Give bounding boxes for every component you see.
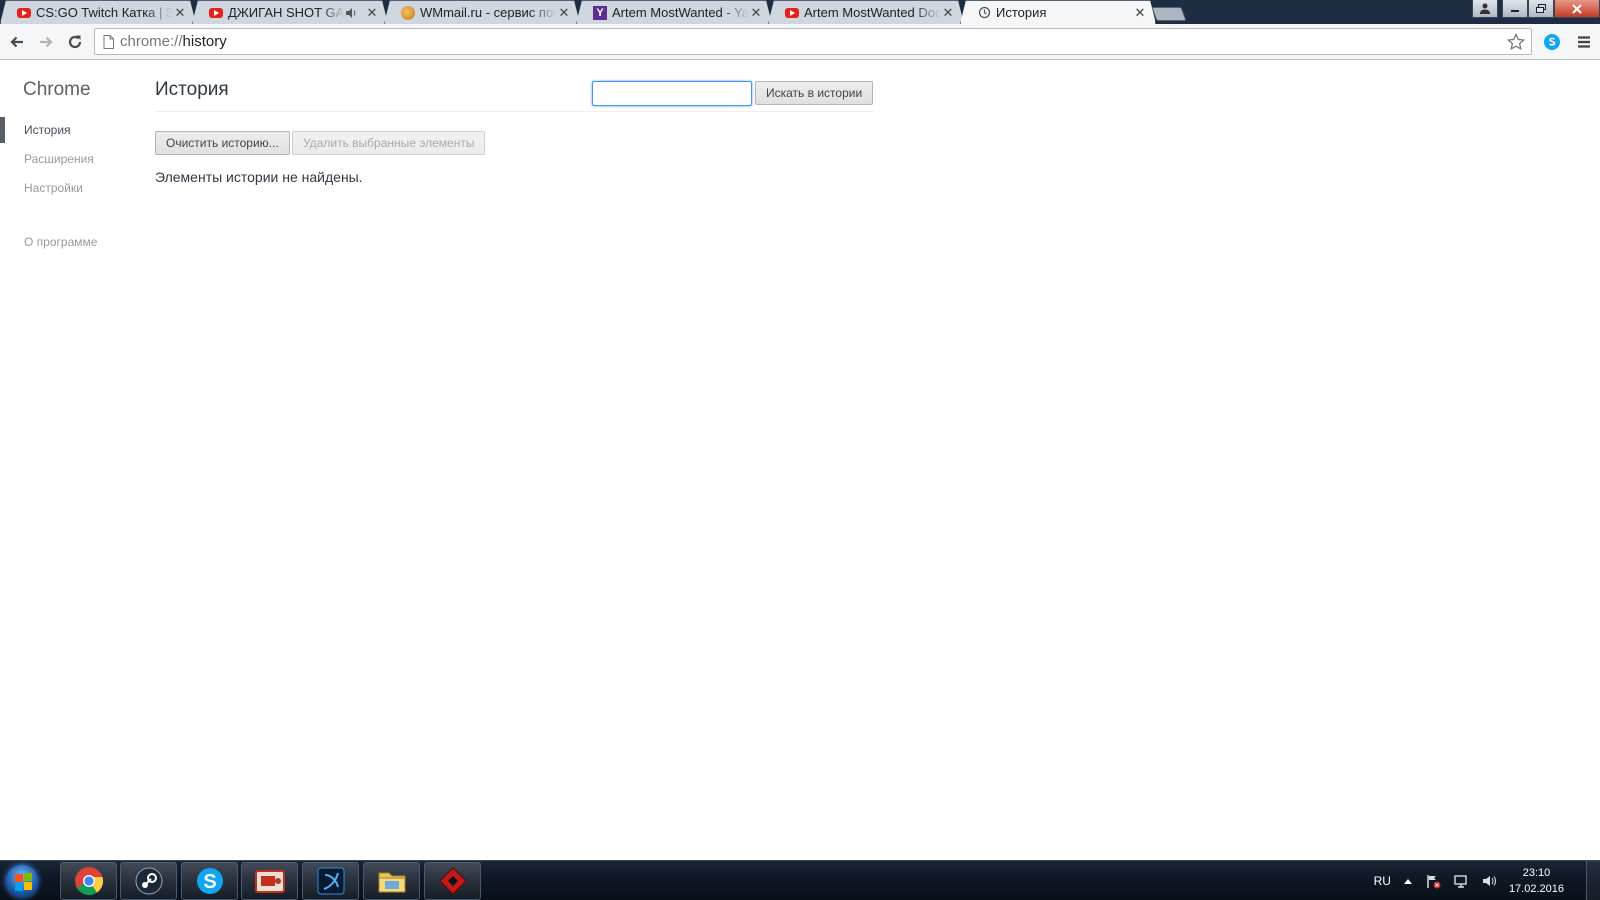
- tab-title: История: [996, 5, 1047, 20]
- remove-selected-button[interactable]: Удалить выбранные элементы: [292, 131, 486, 155]
- history-page: Chrome История Расширения Настройки О пр…: [0, 61, 1600, 860]
- network-icon[interactable]: [1453, 873, 1469, 889]
- steam-icon: [135, 867, 162, 895]
- taskbar-video-app[interactable]: [241, 862, 298, 900]
- browser-window: CS:GO Twitch Катка | Затормозили ✕ ДЖИГА…: [0, 0, 1600, 900]
- taskbar-file-explorer[interactable]: [363, 862, 420, 900]
- page-icon: [103, 34, 114, 49]
- volume-icon[interactable]: [1481, 873, 1497, 889]
- close-icon[interactable]: ✕: [749, 6, 763, 20]
- bookmark-star-icon[interactable]: [1507, 33, 1525, 51]
- tab-yahoo[interactable]: Y Artem MostWanted - Yahoo ✕: [576, 0, 772, 24]
- tab-title: Artem MostWanted - Yahoo: [612, 5, 749, 20]
- sidebar-item-settings[interactable]: Настройки: [24, 181, 83, 195]
- empty-history-message: Элементы истории не найдены.: [155, 169, 363, 185]
- svg-text:S: S: [203, 871, 216, 893]
- youtube-icon: [17, 6, 31, 20]
- back-arrow-icon: [10, 36, 23, 48]
- skype-extension-icon[interactable]: [1540, 30, 1564, 54]
- history-clock-icon: [977, 6, 991, 20]
- close-icon[interactable]: ✕: [173, 6, 187, 20]
- sidebar-brand: Chrome: [23, 79, 91, 100]
- show-desktop-button[interactable]: [1586, 861, 1600, 900]
- header-divider: [155, 111, 873, 112]
- forward-button[interactable]: [34, 30, 58, 54]
- url-host: history: [182, 33, 227, 50]
- tab-title: Artem MostWanted Dodge: [804, 5, 941, 20]
- tab-title: ДЖИГАН SHOT GAME: [228, 5, 345, 20]
- tab-dodge[interactable]: Artem MostWanted Dodge ✕: [768, 0, 964, 24]
- menu-hamburger-icon[interactable]: [1572, 30, 1596, 54]
- maximize-button[interactable]: [1528, 0, 1554, 18]
- language-indicator[interactable]: RU: [1374, 874, 1391, 888]
- windows-logo-icon: [6, 865, 38, 897]
- tab-wmmail[interactable]: WMmail.ru - сервис почтовых рассылок ✕: [384, 0, 580, 24]
- clock-time: 23:10: [1522, 867, 1551, 879]
- reload-icon: [68, 35, 82, 49]
- tab-title: WMmail.ru - сервис почтовых рассылок: [420, 5, 557, 20]
- history-search-input[interactable]: [592, 81, 752, 106]
- close-icon[interactable]: ✕: [365, 6, 379, 20]
- file-explorer-icon: [378, 872, 405, 893]
- reload-button[interactable]: [63, 30, 87, 54]
- battlenet-icon: [317, 867, 344, 895]
- search-history-button[interactable]: Искать в истории: [755, 81, 874, 105]
- clear-history-button[interactable]: Очистить историю...: [155, 131, 290, 155]
- chrome-icon: [74, 867, 103, 895]
- sidebar-item-extensions[interactable]: Расширения: [24, 152, 94, 166]
- taskbar-skype[interactable]: S: [181, 862, 238, 900]
- close-window-button[interactable]: [1554, 0, 1600, 18]
- speaker-icon: [345, 7, 357, 19]
- youtube-icon: [209, 6, 223, 20]
- youtube-icon: [785, 6, 799, 20]
- clock-date: 17.02.2016: [1508, 883, 1564, 895]
- action-center-flag-icon[interactable]: [1425, 873, 1441, 889]
- windows-taskbar: S RU 23:10 17.02.2016: [0, 860, 1600, 900]
- close-icon[interactable]: ✕: [1133, 6, 1147, 20]
- start-button[interactable]: [2, 862, 42, 900]
- taskbar-game-launcher[interactable]: [424, 862, 481, 900]
- new-tab-button[interactable]: [1151, 7, 1187, 21]
- window-controls: [1472, 0, 1600, 18]
- taskbar-steam[interactable]: [120, 862, 177, 900]
- skype-icon: S: [196, 868, 223, 894]
- sidebar-selection-indicator: [0, 117, 5, 143]
- taskbar-battlenet[interactable]: [302, 862, 359, 900]
- sidebar-item-history[interactable]: История: [24, 123, 71, 137]
- tab-csgo-twitch[interactable]: CS:GO Twitch Катка | Затормозили ✕: [0, 0, 196, 24]
- system-tray: RU 23:10 17.02.2016: [1374, 861, 1564, 900]
- profile-icon[interactable]: [1472, 0, 1498, 18]
- tab-title: CS:GO Twitch Катка | Затормозили: [36, 5, 173, 20]
- minimize-button[interactable]: [1502, 0, 1528, 18]
- tab-history[interactable]: История ✕: [960, 0, 1156, 24]
- tab-djigan-shot-game[interactable]: ДЖИГАН SHOT GAME ✕: [192, 0, 388, 24]
- wmmail-icon: [401, 6, 415, 20]
- tab-strip: CS:GO Twitch Катка | Затормозили ✕ ДЖИГА…: [0, 0, 1600, 24]
- address-bar[interactable]: chrome://history: [94, 28, 1532, 55]
- yahoo-icon: Y: [593, 6, 607, 20]
- forward-arrow-icon: [40, 36, 53, 48]
- address-url: chrome://history: [120, 33, 227, 50]
- taskbar-chrome[interactable]: [60, 862, 117, 900]
- show-hidden-icons-icon[interactable]: [1403, 877, 1413, 885]
- close-icon[interactable]: ✕: [557, 6, 571, 20]
- close-icon[interactable]: ✕: [941, 6, 955, 20]
- video-app-icon: [254, 870, 285, 893]
- page-title: История: [155, 79, 229, 100]
- back-button[interactable]: [5, 30, 29, 54]
- clock[interactable]: 23:10 17.02.2016: [1509, 865, 1564, 897]
- browser-toolbar: chrome://history: [0, 24, 1600, 60]
- url-scheme: chrome://: [120, 33, 183, 50]
- game-launcher-icon: [438, 867, 467, 895]
- sidebar-item-about[interactable]: О программе: [24, 235, 97, 249]
